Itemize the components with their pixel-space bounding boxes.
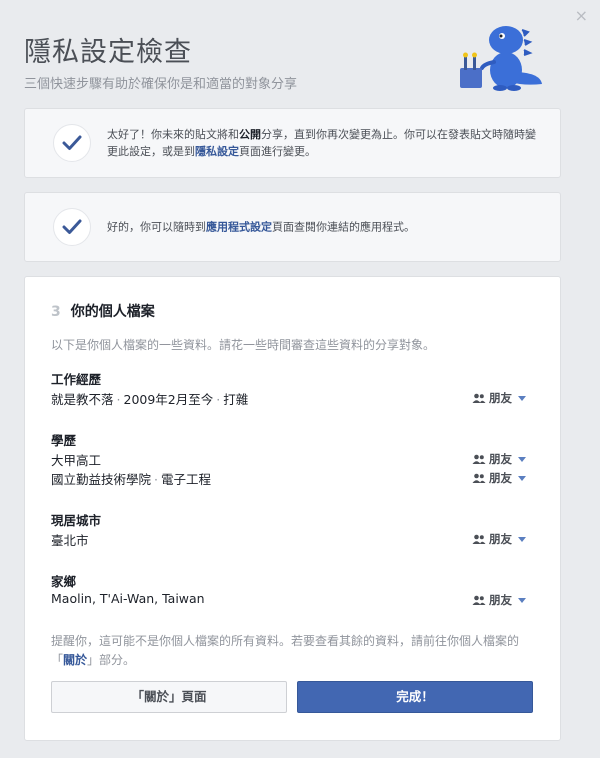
app-settings-link[interactable]: 應用程式設定 [206,221,272,234]
about-page-button[interactable]: 「關於」頁面 [51,681,287,713]
education-title: 學歷 [51,433,77,448]
step2-message: 好的，你可以隨時到應用程式設定頁面查閱你連結的應用程式。 [107,220,415,234]
hometown-value: Maolin, T'Ai-Wan, Taiwan [51,591,205,606]
current-city-section: 現居城市 臺北市 朋友 [51,510,534,549]
about-link[interactable]: 關於 [63,653,87,667]
audience-selector[interactable]: 朋友 [472,470,526,486]
privacy-settings-link[interactable]: 隱私設定 [195,145,239,158]
audience-selector[interactable]: 朋友 [472,390,526,406]
caret-down-icon [518,475,526,481]
done-button[interactable]: 完成！ [297,681,533,713]
step2-card: 好的，你可以隨時到應用程式設定頁面查閱你連結的應用程式。 [24,192,561,262]
audience-selector[interactable]: 朋友 [472,531,526,547]
list-item: Maolin, T'Ai-Wan, Taiwan 朋友 [51,591,534,610]
dialog-subtitle: 三個快速步驟有助於確保你是和適當的對象分享 [24,77,298,92]
public-label: 公開 [239,128,261,141]
friends-icon [472,454,486,464]
caret-down-icon [518,456,526,462]
list-item: 臺北市 朋友 [51,530,534,549]
education-value-1: 大甲高工 [51,453,102,468]
caret-down-icon [518,395,526,401]
list-item: 國立勤益技術學院 · 電子工程 朋友 [51,469,534,488]
work-value: 就是教不落 · 2009年2月至今 · 打雜 [51,392,249,407]
audience-selector[interactable]: 朋友 [472,451,526,467]
caret-down-icon [518,597,526,603]
checkmark-icon [53,124,91,162]
step3-intro: 以下是你個人檔案的一些資料。請花一些時間審查這些資料的分享對象。 [51,338,436,352]
checkmark-icon [53,208,91,246]
education-value-2: 國立勤益技術學院 · 電子工程 [51,472,212,487]
current-city-title: 現居城市 [51,513,102,528]
hometown-title: 家鄉 [51,574,77,589]
education-section: 學歷 大甲高工 朋友 國立勤益技術學院 · 電子工程 朋友 [51,430,534,488]
step3-card: 3 你的個人檔案 以下是你個人檔案的一些資料。請花一些時間審查這些資料的分享對象。… [24,276,561,741]
hometown-section: 家鄉 Maolin, T'Ai-Wan, Taiwan 朋友 [51,571,534,610]
dinosaur-mascot [460,26,542,91]
step1-message: 太好了！你未來的貼文將和公開分享，直到你再次變更為止。你可以在發表貼文時隨時變更… [107,128,536,158]
dialog-title: 隱私設定檢查 [24,37,192,68]
step-number: 3 [51,304,61,320]
friends-icon [472,534,486,544]
caret-down-icon [518,536,526,542]
step3-heading: 3 你的個人檔案 [51,301,155,321]
friends-icon [472,393,486,403]
dialog-header: 隱私設定檢查 三個快速步驟有助於確保你是和適當的對象分享 [24,30,297,92]
current-city-value: 臺北市 [51,533,89,548]
list-item: 就是教不落 · 2009年2月至今 · 打雜 朋友 [51,389,534,408]
audience-selector[interactable]: 朋友 [472,592,526,608]
step1-card: 太好了！你未來的貼文將和公開分享，直到你再次變更為止。你可以在發表貼文時隨時變更… [24,108,561,178]
work-section: 工作經歷 就是教不落 · 2009年2月至今 · 打雜 朋友 [51,369,534,408]
list-item: 大甲高工 朋友 [51,450,534,469]
close-icon[interactable]: × [575,8,588,24]
reminder-text: 提醒你，這可能不是你個人檔案的所有資料。若要查看其餘的資料，請前往你個人檔案的「… [51,634,520,667]
step-title: 你的個人檔案 [70,304,155,320]
work-title: 工作經歷 [51,372,102,387]
friends-icon [472,595,486,605]
friends-icon [472,473,486,483]
